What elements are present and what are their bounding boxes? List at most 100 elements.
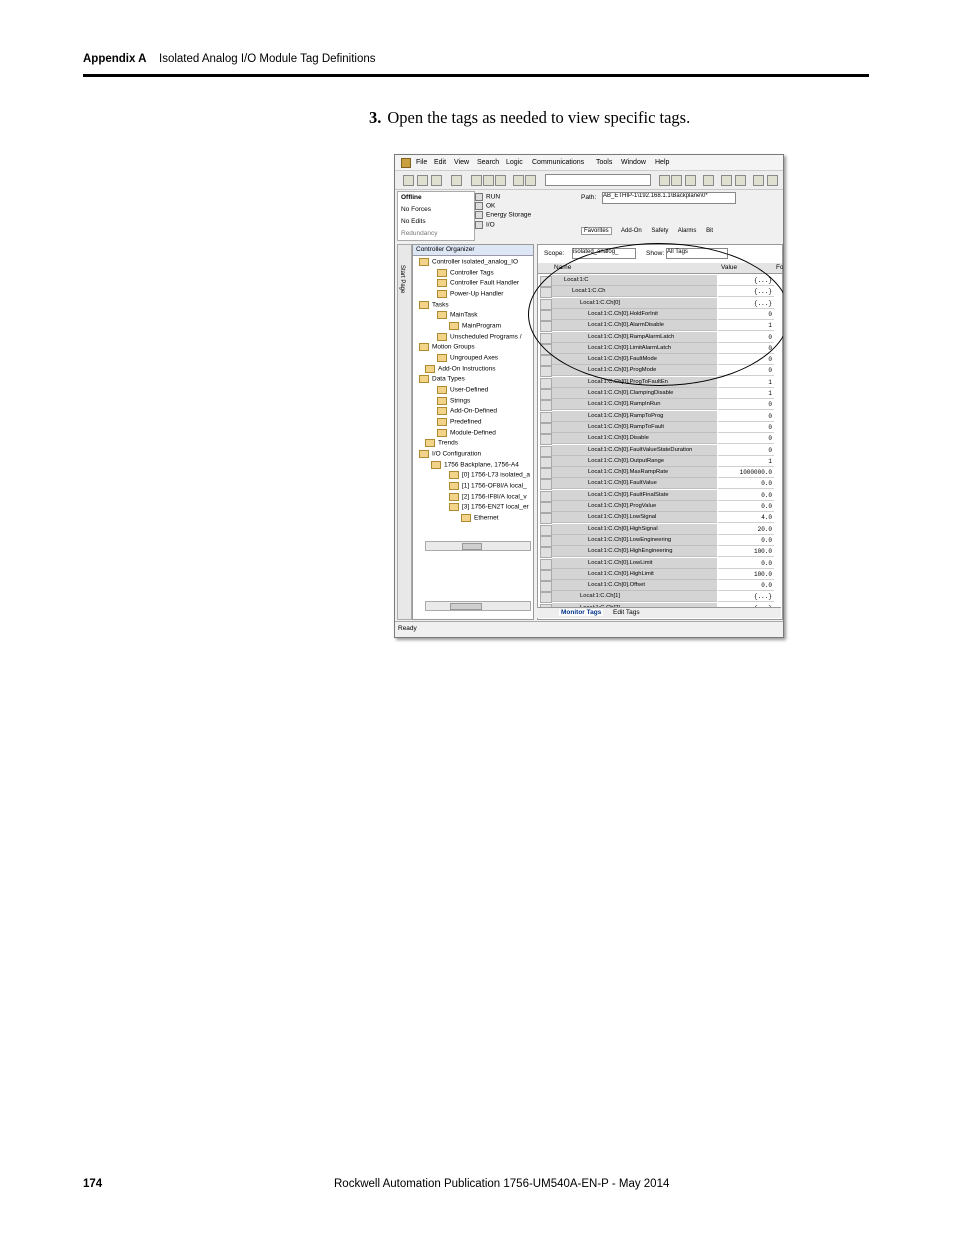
tag-value[interactable]: 0 — [718, 410, 774, 422]
tag-row[interactable]: Local:1:C.Ch[0].HighLimit 100.0 — [538, 568, 782, 581]
cut-icon[interactable] — [471, 175, 482, 186]
tree-module-1[interactable]: [1] 1756-OF8I/A local_ — [449, 482, 527, 490]
tab-alarms[interactable]: Alarms — [678, 228, 697, 234]
save-icon[interactable] — [431, 175, 442, 186]
tag-row[interactable]: Local:1:C.Ch[0].LowSignal 4.0 — [538, 512, 782, 525]
tag-value[interactable]: 0.0 — [718, 489, 774, 501]
tree-trends[interactable]: Trends — [425, 439, 458, 447]
organizer-lower-hscroll[interactable] — [425, 601, 531, 611]
tag-row[interactable]: Local:1:C.Ch[0].RampInRun 0 — [538, 399, 782, 412]
tree-predefined[interactable]: Predefined — [437, 418, 481, 426]
tree-controller[interactable]: Controller isolated_analog_IO — [419, 258, 518, 266]
tag-value[interactable]: 0 — [718, 444, 774, 456]
tag-row[interactable]: Local:1:C.Ch[0].LowEngineering 0.0 — [538, 534, 782, 547]
path-combo[interactable]: AB_ETHIP-1\192.168.1.1\Backplane\0* — [602, 192, 736, 204]
tag-value[interactable]: 0.0 — [718, 478, 774, 490]
tag-row[interactable]: +Local:1:C.Ch[0].OutputRange1 — [538, 455, 782, 468]
tree-fault-handler[interactable]: Controller Fault Handler — [437, 279, 519, 287]
tag-row[interactable]: Local:1:C.Ch[0].MaxRampRate 1000000.0 — [538, 467, 782, 480]
tag-row[interactable]: Local:1:C.Ch[0].HighEngineering 100.0 — [538, 546, 782, 559]
tab-favorites[interactable]: Favorites — [581, 227, 612, 235]
tree-module-3[interactable]: [3] 1756-EN2T local_er — [449, 503, 529, 511]
online-icon[interactable] — [703, 175, 714, 186]
tree-mainprogram[interactable]: MainProgram — [449, 322, 501, 330]
tree-module-defined[interactable]: Module-Defined — [437, 429, 496, 437]
redo-icon[interactable] — [525, 175, 536, 186]
menu-help[interactable]: Help — [655, 159, 669, 166]
tag-value[interactable]: 1000000.0 — [718, 467, 774, 479]
tree-motion-groups[interactable]: Motion Groups — [419, 343, 475, 351]
tree-module-0[interactable]: [0] 1756-L73 isolated_a — [449, 471, 530, 479]
tree-powerup-handler[interactable]: Power-Up Handler — [437, 290, 503, 298]
properties-icon[interactable] — [721, 175, 732, 186]
tag-value[interactable]: 100.0 — [718, 568, 774, 580]
mode-status[interactable]: Offline — [401, 194, 422, 201]
tree-user-defined[interactable]: User-Defined — [437, 386, 488, 394]
open-icon[interactable] — [417, 175, 428, 186]
tag-value[interactable]: 0.0 — [718, 557, 774, 569]
menu-logic[interactable]: Logic — [506, 159, 523, 166]
menu-view[interactable]: View — [454, 159, 469, 166]
tag-value[interactable]: 20.0 — [718, 523, 774, 535]
tree-maintask[interactable]: MainTask — [437, 311, 477, 319]
tree-tasks[interactable]: Tasks — [419, 301, 449, 309]
tree-backplane[interactable]: 1756 Backplane, 1756-A4 — [431, 461, 519, 469]
tag-row[interactable]: +Local:1:C.Ch[0].FaultValueStateDuration… — [538, 444, 782, 457]
new-icon[interactable] — [403, 175, 414, 186]
menu-edit[interactable]: Edit — [434, 159, 446, 166]
tag-value[interactable]: 100.0 — [718, 546, 774, 558]
tree-unscheduled[interactable]: Unscheduled Programs / — [437, 333, 522, 341]
start-page-strip[interactable]: Start Page — [397, 244, 412, 620]
tag-value[interactable]: 0.0 — [718, 501, 774, 512]
verify-all-icon[interactable] — [671, 175, 682, 186]
tag-value[interactable]: 0 — [718, 399, 774, 411]
copy-icon[interactable] — [483, 175, 494, 186]
zoom-out-icon[interactable] — [767, 175, 778, 186]
tag-value[interactable]: 1 — [718, 376, 774, 388]
tag-value[interactable]: 0.0 — [718, 534, 774, 546]
menu-search[interactable]: Search — [477, 159, 499, 166]
tag-value[interactable]: 0 — [718, 433, 774, 445]
tree-strings[interactable]: Strings — [437, 397, 470, 405]
menu-file[interactable]: File — [416, 159, 427, 166]
verify-icon[interactable] — [659, 175, 670, 186]
menu-communications[interactable]: Communications — [532, 159, 584, 166]
tag-row[interactable]: Local:1:C.Ch[0].Offset 0.0 — [538, 580, 782, 593]
tab-safety[interactable]: Safety — [651, 228, 668, 234]
tree-ethernet[interactable]: Ethernet — [461, 514, 499, 522]
tag-icon[interactable] — [685, 175, 696, 186]
undo-icon[interactable] — [513, 175, 524, 186]
tree-data-types[interactable]: Data Types — [419, 375, 465, 383]
tree-addon-defined[interactable]: Add-On-Defined — [437, 407, 497, 415]
tree-ungrouped-axes[interactable]: Ungrouped Axes — [437, 354, 498, 362]
tab-add-on[interactable]: Add-On — [621, 228, 642, 234]
tag-row[interactable]: Local:1:C.Ch[0].ClampingDisable 1 — [538, 388, 782, 400]
search-combo[interactable] — [545, 174, 651, 186]
menu-tools[interactable]: Tools — [596, 159, 612, 166]
organizer-hscroll[interactable] — [425, 541, 531, 551]
zoom-in-icon[interactable] — [753, 175, 764, 186]
col-force[interactable]: Fo — [776, 264, 783, 271]
tag-row[interactable]: Local:1:C.Ch[0].FaultValue 0.0 — [538, 478, 782, 491]
tag-value[interactable]: 1 — [718, 455, 774, 467]
menu-window[interactable]: Window — [621, 159, 646, 166]
tag-value[interactable]: 4.0 — [718, 512, 774, 524]
tag-row[interactable]: Local:1:C.Ch[0].Disable 0 — [538, 433, 782, 446]
print-icon[interactable] — [451, 175, 462, 186]
tag-value[interactable]: 0.0 — [718, 580, 774, 592]
tag-row[interactable]: Local:1:C.Ch[0].ProgValue 0.0 — [538, 501, 782, 513]
tag-value[interactable]: {...} — [718, 591, 774, 603]
tag-row[interactable]: +Local:1:C.Ch[1]{...} — [538, 591, 782, 604]
tag-row[interactable]: Local:1:C.Ch[0].RampToProg 0 — [538, 410, 782, 423]
tab-bit[interactable]: Bit — [706, 228, 713, 234]
tag-row[interactable]: Local:1:C.Ch[0].FaultFinalState 0.0 — [538, 489, 782, 502]
tag-row[interactable]: Local:1:C.Ch[0].LowLimit 0.0 — [538, 557, 782, 570]
tag-value[interactable]: 0 — [718, 421, 774, 433]
tree-addon-instructions[interactable]: Add-On Instructions — [425, 365, 495, 373]
tag-value[interactable]: 1 — [718, 388, 774, 399]
tree-io-configuration[interactable]: I/O Configuration — [419, 450, 481, 458]
tab-monitor-tags[interactable]: Monitor Tags — [559, 609, 604, 616]
tag-row[interactable]: Local:1:C.Ch[0].HighSignal 20.0 — [538, 523, 782, 536]
tag-row[interactable]: Local:1:C.Ch[0].RampToFault 0 — [538, 421, 782, 434]
tree-controller-tags[interactable]: Controller Tags — [437, 269, 494, 277]
